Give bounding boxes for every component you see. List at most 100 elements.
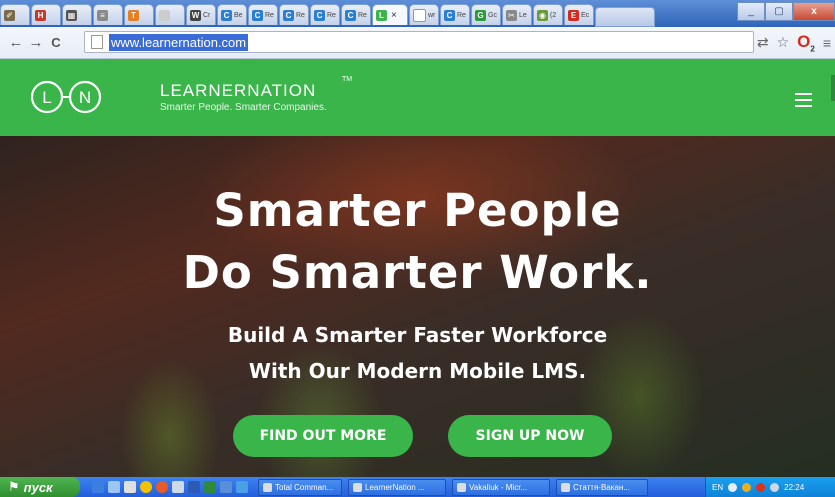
tabs-container: ✐ H ▦ ≡ T W Cr C Be C Re C Re C Re C Re L × wr C Re G Gc ✂ Le ◉ (2 E… (0, 4, 655, 27)
scrollbar-thumb[interactable] (831, 75, 835, 101)
browser-tab[interactable]: C Re (310, 4, 340, 25)
page-icon (91, 35, 103, 49)
tab-title: (2 (550, 11, 557, 19)
task-app-icon (353, 482, 362, 492)
firefox-icon[interactable] (156, 481, 168, 493)
task-app-icon (457, 482, 466, 492)
brand-tagline: Smarter People. Smarter Companies. (160, 102, 327, 113)
tray-icon-2[interactable] (742, 482, 752, 492)
taskbar-task[interactable]: LearnerNation ... (348, 478, 446, 496)
tool-icon: ✐ (4, 9, 15, 21)
taskbar-task[interactable]: Total Comman... (258, 478, 342, 496)
browser-tab[interactable]: H (31, 4, 61, 25)
excel-icon[interactable] (204, 481, 216, 493)
browser-tab[interactable]: T (124, 4, 154, 25)
hamburger-menu-icon[interactable] (795, 93, 812, 111)
address-bar[interactable]: www.learnernation.com (84, 31, 754, 53)
forward-button[interactable]: → (26, 32, 46, 54)
task-app-icon (263, 482, 272, 492)
volume-icon[interactable] (770, 482, 780, 492)
browser-tab[interactable]: C Re (341, 4, 371, 25)
browser-tab[interactable]: ≡ (93, 4, 123, 25)
toolbar-right-icons: ⇄ ☆ O2 ≡ (757, 32, 831, 53)
search-app-icon[interactable] (236, 481, 248, 493)
hero-subheading-line1: Build A Smarter Faster Workforce (227, 323, 608, 347)
browser-tab[interactable]: C Be (217, 4, 247, 25)
windows-flag-icon: ⚑ (8, 479, 20, 494)
word-icon[interactable] (188, 481, 200, 493)
task-label: LearnerNation ... (365, 482, 425, 492)
browser-tab[interactable]: C Re (440, 4, 470, 25)
task-label: Vakaliuk - Micr... (469, 482, 528, 492)
tab-title: Re (358, 11, 367, 19)
hn-icon: H (35, 9, 46, 21)
start-button[interactable]: ⚑ пуск (0, 477, 80, 497)
ie-icon[interactable] (92, 481, 104, 493)
browser-tab[interactable]: wr (409, 4, 439, 25)
circle-icon: ◉ (537, 9, 548, 21)
ln-icon: L (376, 9, 387, 21)
browser-tab[interactable]: L × (372, 4, 408, 25)
app-icon[interactable] (220, 481, 232, 493)
c-icon: C (283, 9, 294, 21)
learnernation-logo[interactable]: L N (30, 80, 102, 114)
find-out-more-button[interactable]: FIND OUT MORE (233, 415, 413, 457)
minimize-button[interactable]: _ (737, 2, 765, 21)
tab-title: Re (457, 11, 466, 19)
taskbar-task[interactable]: Стаття-Вакан... (556, 478, 648, 496)
browser-tab[interactable]: ✐ (0, 4, 30, 25)
opera-extension-icon[interactable]: O2 (797, 32, 815, 53)
browser-tab[interactable]: E Ec (564, 4, 594, 25)
web-page: L N LEARNERNATION TM Smarter People. Sma… (0, 59, 835, 477)
g-icon: G (475, 9, 486, 21)
close-window-button[interactable]: x (793, 2, 835, 21)
maximize-button[interactable]: ▢ (765, 2, 793, 21)
tab-title: Be (234, 11, 243, 19)
tab-title: Re (265, 11, 274, 19)
opera-badge: 2 (810, 44, 815, 54)
brand-name: LEARNERNATION (160, 81, 317, 100)
clock: 22:24 (784, 482, 805, 492)
url-text[interactable]: www.learnernation.com (109, 33, 249, 51)
c-icon: C (252, 9, 263, 21)
c-icon: C (444, 9, 455, 21)
quick-launch (92, 481, 248, 493)
reload-button[interactable]: C (46, 32, 66, 54)
browser-tab[interactable]: ✂ Le (502, 4, 532, 25)
taskbar-task[interactable]: Vakaliuk - Micr... (452, 478, 550, 496)
browser-tab[interactable]: C Re (279, 4, 309, 25)
tray-icon-3[interactable] (756, 482, 766, 492)
hero-subheading-line2: With Our Modern Mobile LMS. (248, 359, 587, 383)
e-icon: E (568, 9, 579, 21)
browser-tab[interactable]: W Cr (186, 4, 216, 25)
notepad-icon[interactable] (172, 481, 184, 493)
windows-taskbar: ⚑ пуск Total Comman... LearnerNation ... V… (0, 477, 835, 497)
browser-tab[interactable]: C Re (248, 4, 278, 25)
task-label: Total Comman... (275, 482, 334, 492)
browser-tab[interactable]: ◉ (2 (533, 4, 563, 25)
browser-tab[interactable]: ▦ (62, 4, 92, 25)
back-button[interactable]: ← (6, 32, 26, 54)
browser-tab[interactable]: G Gc (471, 4, 501, 25)
page-icon (413, 8, 426, 22)
tray-icon-1[interactable] (728, 482, 738, 492)
language-indicator[interactable]: EN (712, 483, 723, 492)
new-tab-button[interactable] (595, 7, 655, 27)
browser-tab[interactable] (155, 4, 185, 25)
close-tab-icon[interactable]: × (391, 10, 397, 21)
desktop-icon[interactable] (108, 481, 120, 493)
t-icon: T (128, 9, 139, 21)
explorer-icon[interactable] (124, 481, 136, 493)
chrome-icon[interactable] (140, 481, 152, 493)
tab-title: Ec (581, 11, 590, 19)
grid-icon: ▦ (66, 9, 77, 21)
trademark-mark: TM (342, 76, 353, 83)
site-header: L N LEARNERNATION TM Smarter People. Sma… (0, 59, 835, 136)
w-icon: W (190, 9, 201, 21)
tab-title: Re (327, 11, 336, 19)
bookmark-star-icon[interactable]: ☆ (777, 34, 790, 51)
blank-icon (159, 9, 170, 21)
menu-icon[interactable]: ≡ (823, 35, 831, 51)
sign-up-now-button[interactable]: SIGN UP NOW (448, 415, 612, 457)
translate-icon[interactable]: ⇄ (757, 34, 769, 51)
